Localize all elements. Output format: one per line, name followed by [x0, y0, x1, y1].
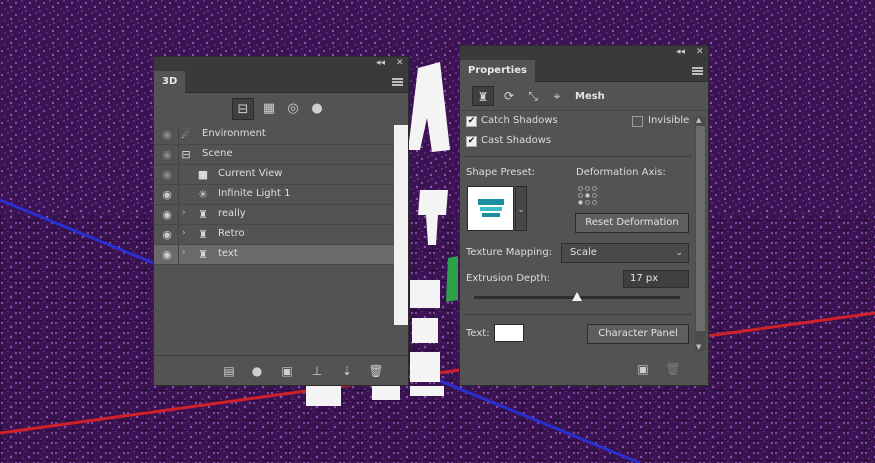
visibility-eye-icon[interactable]: ◉ [158, 127, 176, 143]
ground-icon[interactable]: ⊥ [309, 363, 325, 379]
layer-label: Environment [202, 128, 266, 139]
shape-preset-thumbnail[interactable] [467, 186, 514, 231]
3d-panel-tabbar: 3D [154, 71, 408, 93]
extrusion-depth-label: Extrusion Depth: [466, 273, 551, 284]
layer-label: Scene [202, 148, 233, 159]
deformation-axis-grid[interactable] [578, 186, 600, 206]
tab-3d[interactable]: 3D [154, 71, 186, 93]
new-mesh-icon[interactable]: ▤ [221, 363, 237, 379]
shape-preset-label: Shape Preset: [466, 167, 536, 178]
trash-icon[interactable]: 🗑 [368, 363, 384, 379]
scene-filter-icon[interactable]: ⊟ [232, 98, 254, 120]
mesh-tab-label: Mesh [575, 91, 605, 102]
scroll-down-icon[interactable]: ▼ [696, 343, 701, 351]
3d-layer-list: ◉ ☄ Environment ◉ ⊟ Scene ◉ ■ Current Vi… [154, 125, 394, 265]
render-icon[interactable]: ▣ [635, 361, 651, 377]
catch-shadows-label: Catch Shadows [481, 115, 558, 126]
environment-icon: ☄ [181, 128, 191, 141]
layer-really[interactable]: ◉ › ♜ really [154, 205, 394, 225]
invisible-checkbox[interactable] [632, 116, 643, 127]
camera-icon: ■ [197, 168, 209, 181]
divider [464, 156, 692, 157]
collapse-panel-icon[interactable]: ◂◂ [676, 47, 685, 57]
texture-mapping-select[interactable]: Scale ⌄ [561, 243, 689, 263]
deformation-axis-label: Deformation Axis: [576, 167, 666, 178]
chevron-down-icon: ⌄ [675, 248, 683, 258]
close-panel-icon[interactable]: ✕ [396, 58, 404, 68]
layer-label: Current View [218, 168, 283, 179]
expand-chevron-icon[interactable]: › [182, 208, 186, 218]
visibility-eye-icon[interactable]: ◉ [158, 167, 176, 183]
shape-preset-dropdown[interactable]: ⌄ [515, 186, 527, 231]
light-filter-icon[interactable]: ● [306, 98, 328, 120]
3d-panel-topbar: ◂◂ ✕ [154, 57, 408, 71]
properties-tabbar: Properties [460, 60, 708, 82]
layer-label: really [218, 208, 246, 219]
trash-icon[interactable]: 🗑 [665, 361, 681, 377]
render-icon[interactable]: ▣ [279, 363, 295, 379]
panel-menu-icon[interactable] [392, 78, 403, 86]
properties-panel: ◂◂ ✕ Properties ♜ ⟳ ⤡ ⌖ Mesh ✔ Catch Sha… [459, 45, 709, 386]
layer-infinite-light[interactable]: ◉ ✳ Infinite Light 1 [154, 185, 394, 205]
layer-scene[interactable]: ◉ ⊟ Scene [154, 145, 394, 165]
extrusion-depth-input[interactable]: 17 px [623, 270, 689, 288]
mesh-icon: ♜ [198, 228, 208, 241]
scroll-up-icon[interactable]: ▲ [696, 116, 701, 124]
material-filter-icon[interactable]: ◎ [282, 98, 304, 120]
text-color-label: Text: [466, 328, 490, 339]
cast-shadows-checkbox[interactable]: ✔ [466, 136, 477, 147]
layer-retro[interactable]: ◉ › ♜ Retro [154, 225, 394, 245]
cap-mode-icon[interactable]: ⤡ [522, 86, 544, 106]
new-light-icon[interactable]: ● [249, 363, 265, 379]
visibility-eye-icon[interactable]: ◉ [158, 147, 176, 163]
mesh-icon: ♜ [198, 208, 208, 221]
catch-shadows-checkbox[interactable]: ✔ [466, 116, 477, 127]
reset-deformation-button[interactable]: Reset Deformation [575, 213, 689, 233]
green-gizmo [446, 256, 458, 302]
visibility-eye-icon[interactable]: ◉ [158, 247, 176, 263]
cast-shadows-label: Cast Shadows [481, 135, 552, 146]
deform-mode-icon[interactable]: ⟳ [498, 86, 520, 106]
expand-chevron-icon[interactable]: › [182, 248, 186, 258]
layer-label: Infinite Light 1 [218, 188, 291, 199]
layer-text[interactable]: ◉ › ♜ text [154, 245, 394, 265]
properties-topbar: ◂◂ ✕ [460, 46, 708, 60]
layer-label: Retro [218, 228, 245, 239]
scene-icon: ⊟ [181, 148, 191, 161]
3d-filter-row: ⊟ ▦ ◎ ● [154, 95, 408, 125]
coordinates-mode-icon[interactable]: ⌖ [546, 86, 568, 106]
texture-mapping-label: Texture Mapping: [466, 247, 553, 258]
close-panel-icon[interactable]: ✕ [696, 47, 704, 57]
properties-mode-row: ♜ ⟳ ⤡ ⌖ Mesh [460, 83, 708, 111]
mesh-icon: ♜ [198, 248, 208, 261]
divider [464, 314, 692, 315]
texture-mapping-value: Scale [570, 247, 597, 258]
scrollbar-thumb[interactable] [696, 126, 705, 331]
properties-scrollbar[interactable]: ▲ ▼ [695, 116, 706, 351]
expand-chevron-icon[interactable]: › [182, 228, 186, 238]
invisible-label: Invisible [648, 115, 690, 126]
3d-panel: ◂◂ ✕ 3D ⊟ ▦ ◎ ● ◉ ☄ Environment ◉ ⊟ Scen… [153, 56, 409, 386]
text-color-swatch[interactable] [494, 324, 524, 342]
visibility-eye-icon[interactable]: ◉ [158, 187, 176, 203]
visibility-eye-icon[interactable]: ◉ [158, 227, 176, 243]
layer-current-view[interactable]: ◉ ■ Current View [154, 165, 394, 185]
visibility-eye-icon[interactable]: ◉ [158, 207, 176, 223]
panel-menu-icon[interactable] [692, 67, 703, 75]
mesh-mode-icon[interactable]: ♜ [472, 86, 494, 106]
layer-list-scrollbar[interactable] [394, 125, 408, 325]
tab-properties[interactable]: Properties [460, 60, 535, 82]
extrusion-slider-thumb[interactable] [572, 292, 582, 301]
3d-viewport-canvas[interactable] [0, 0, 875, 463]
layer-label: text [218, 248, 238, 259]
mesh-filter-icon[interactable]: ▦ [258, 98, 280, 120]
collapse-panel-icon[interactable]: ◂◂ [376, 58, 385, 68]
character-panel-button[interactable]: Character Panel [587, 324, 689, 344]
3d-panel-bottom-toolbar: ▤ ● ▣ ⊥ ⇣ 🗑 [154, 355, 408, 385]
light-icon: ✳ [198, 188, 208, 201]
preset-preview-image [478, 199, 504, 217]
drop-to-plane-icon[interactable]: ⇣ [339, 363, 355, 379]
layer-environment[interactable]: ◉ ☄ Environment [154, 125, 394, 145]
